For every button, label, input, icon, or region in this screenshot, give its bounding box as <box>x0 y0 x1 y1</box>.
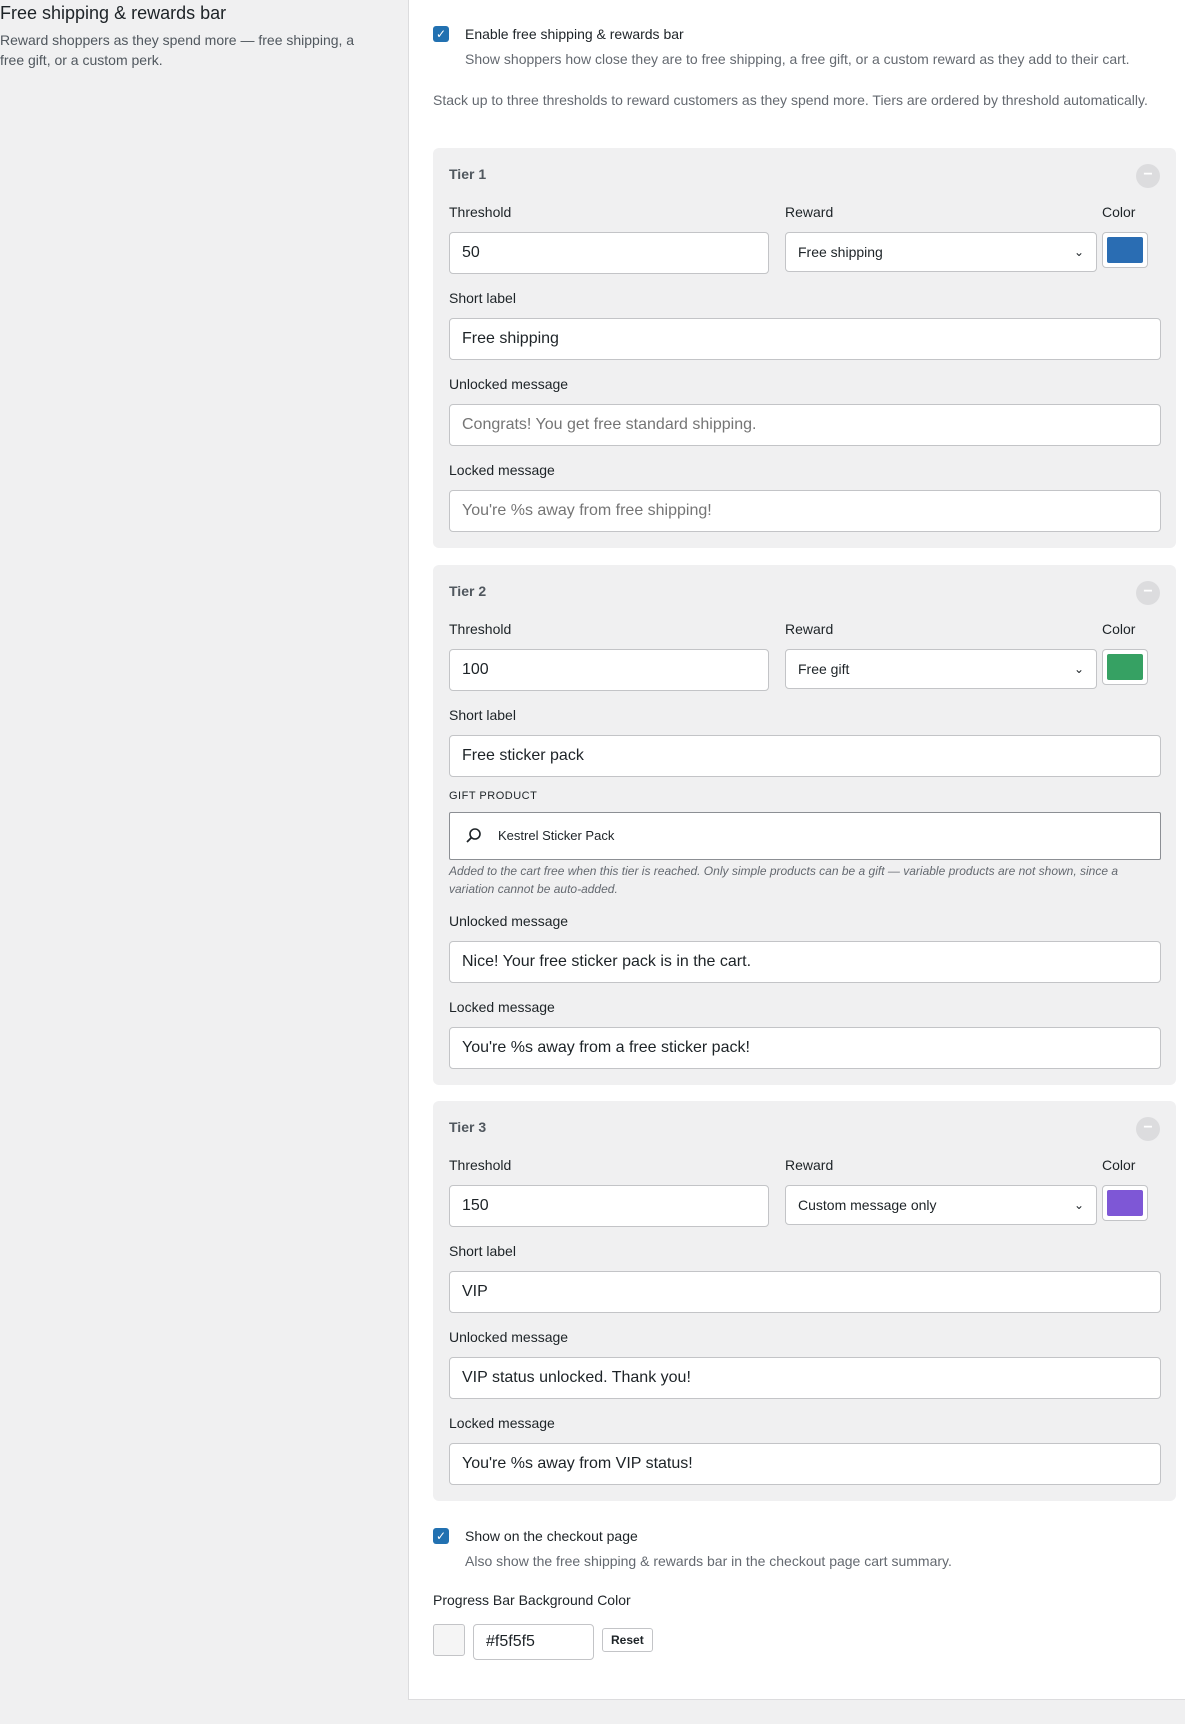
checkout-row: ✓ Show on the checkout page Also show th… <box>433 1526 952 1571</box>
remove-tier-button[interactable]: − <box>1136 164 1160 188</box>
gift-product-value: Kestrel Sticker Pack <box>498 828 615 843</box>
chevron-down-icon: ⌄ <box>1073 1198 1084 1212</box>
threshold-label: Threshold <box>449 204 512 220</box>
gift-product-help: Added to the cart free when this tier is… <box>449 864 1119 896</box>
short-label-label: Short label <box>449 1243 516 1259</box>
short-label-label: Short label <box>449 707 516 723</box>
reward-label: Reward <box>785 1157 834 1173</box>
enable-description: Show shoppers how close they are to free… <box>465 51 1130 67</box>
tiers-intro: Stack up to three thresholds to reward c… <box>433 92 1148 108</box>
tier-2-card: Tier 2 − Threshold Reward Color 100 Free… <box>433 565 1176 1085</box>
tier-1-card: Tier 1 − Threshold Reward Color 50 Free … <box>433 148 1176 548</box>
checkout-description: Also show the free shipping & rewards ba… <box>465 1553 952 1569</box>
locked-message-input[interactable]: You're %s away from a free sticker pack! <box>449 1027 1161 1069</box>
enable-label[interactable]: Enable free shipping & rewards bar <box>465 24 1130 44</box>
color-label: Color <box>1102 204 1136 220</box>
unlocked-message-input[interactable]: Congrats! You get free standard shipping… <box>449 404 1161 446</box>
search-icon <box>466 828 481 843</box>
tier-title: Tier 1 <box>449 166 487 182</box>
color-label: Color <box>1102 1157 1136 1173</box>
unlocked-message-input[interactable]: Nice! Your free sticker pack is in the c… <box>449 941 1161 983</box>
chevron-down-icon: ⌄ <box>1073 662 1084 676</box>
short-label-label: Short label <box>449 290 516 306</box>
progress-bg-swatch[interactable] <box>433 1624 465 1656</box>
locked-message-input[interactable]: You're %s away from free shipping! <box>449 490 1161 532</box>
tier-3-card: Tier 3 − Threshold Reward Color 150 Cust… <box>433 1101 1176 1501</box>
enable-checkbox[interactable]: ✓ <box>433 26 449 42</box>
reward-select-value: Custom message only <box>798 1197 937 1213</box>
unlocked-message-input[interactable]: VIP status unlocked. Thank you! <box>449 1357 1161 1399</box>
reward-select-value: Free gift <box>798 661 850 677</box>
color-label: Color <box>1102 621 1136 637</box>
unlocked-message-label: Unlocked message <box>449 1329 569 1345</box>
threshold-label: Threshold <box>449 621 512 637</box>
reward-label: Reward <box>785 204 834 220</box>
tier-title: Tier 3 <box>449 1119 487 1135</box>
color-swatch <box>1107 1190 1143 1216</box>
reward-label: Reward <box>785 621 834 637</box>
threshold-input[interactable]: 50 <box>449 232 769 274</box>
threshold-input[interactable]: 100 <box>449 649 769 691</box>
reward-select-value: Free shipping <box>798 244 883 260</box>
checkout-label[interactable]: Show on the checkout page <box>465 1526 952 1546</box>
short-label-input[interactable]: VIP <box>449 1271 1161 1313</box>
threshold-input[interactable]: 150 <box>449 1185 769 1227</box>
reward-select[interactable]: Free gift ⌄ <box>785 649 1097 689</box>
threshold-label: Threshold <box>449 1157 512 1173</box>
locked-message-label: Locked message <box>449 999 555 1015</box>
chevron-down-icon: ⌄ <box>1073 245 1084 259</box>
progress-bg-title: Progress Bar Background Color <box>433 1592 631 1608</box>
locked-message-label: Locked message <box>449 1415 555 1431</box>
color-swatch <box>1107 237 1143 263</box>
short-label-input[interactable]: Free shipping <box>449 318 1161 360</box>
color-picker[interactable] <box>1102 232 1148 268</box>
unlocked-message-label: Unlocked message <box>449 913 569 929</box>
remove-tier-button[interactable]: − <box>1136 581 1160 605</box>
unlocked-message-label: Unlocked message <box>449 376 569 392</box>
enable-row: ✓ Enable free shipping & rewards bar Sho… <box>433 24 1130 69</box>
section-title: Free shipping & rewards bar <box>0 3 227 23</box>
progress-bg-input[interactable]: #f5f5f5 <box>473 1624 594 1660</box>
reward-select[interactable]: Custom message only ⌄ <box>785 1185 1097 1225</box>
short-label-input[interactable]: Free sticker pack <box>449 735 1161 777</box>
gift-product-search[interactable]: Kestrel Sticker Pack <box>449 812 1161 860</box>
locked-message-input[interactable]: You're %s away from VIP status! <box>449 1443 1161 1485</box>
section-description: Reward shoppers as they spend more — fre… <box>0 32 355 68</box>
color-picker[interactable] <box>1102 1185 1148 1221</box>
reward-select[interactable]: Free shipping ⌄ <box>785 232 1097 272</box>
progress-bg-reset-button[interactable]: Reset <box>602 1628 653 1652</box>
locked-message-label: Locked message <box>449 462 555 478</box>
gift-product-label: Gift product <box>449 790 538 802</box>
section-header: Free shipping & rewards bar Reward shopp… <box>0 0 400 70</box>
color-swatch <box>1107 654 1143 680</box>
color-picker[interactable] <box>1102 649 1148 685</box>
settings-panel: ✓ Enable free shipping & rewards bar Sho… <box>408 0 1185 1700</box>
checkout-checkbox[interactable]: ✓ <box>433 1528 449 1544</box>
remove-tier-button[interactable]: − <box>1136 1117 1160 1141</box>
tier-title: Tier 2 <box>449 583 487 599</box>
